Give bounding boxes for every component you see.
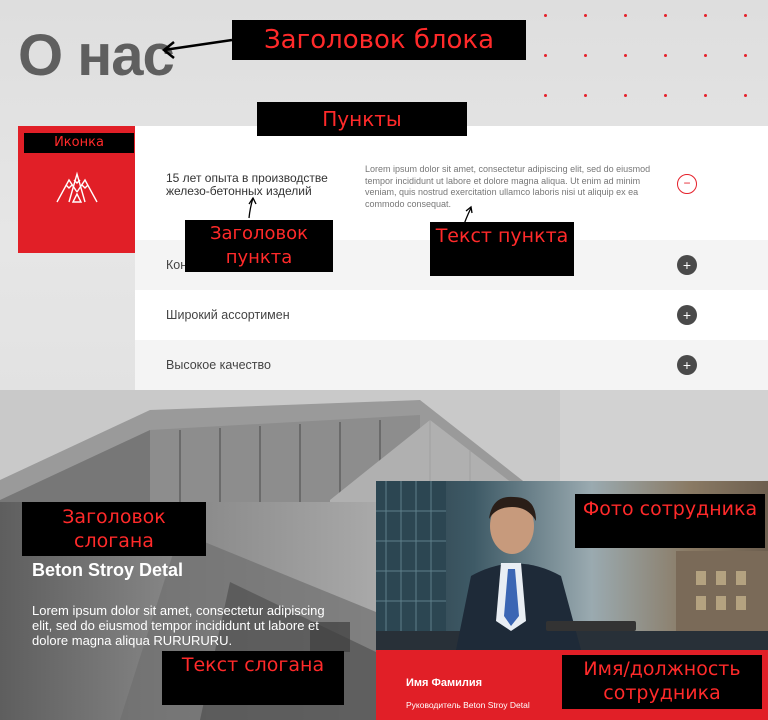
accordion-item-text: Lorem ipsum dolor sit amet, consectetur … [365, 164, 651, 209]
annotation-block-title: Заголовок блока [232, 20, 526, 60]
accordion-item[interactable]: Широкий ассортимен + [135, 290, 768, 340]
decorative-dot [704, 54, 707, 57]
page-title: О нас [18, 23, 175, 88]
employee-name: Имя Фамилия [406, 677, 483, 689]
annotation-icon: Иконка [24, 133, 134, 153]
annotation-slogan-text: Текст слогана [162, 651, 344, 705]
decorative-dot [744, 54, 747, 57]
decorative-dot [624, 54, 627, 57]
decorative-dot [704, 94, 707, 97]
accordion-item-label: Высокое качество [166, 358, 271, 372]
decorative-dot [664, 54, 667, 57]
decorative-dot [624, 94, 627, 97]
expand-button[interactable]: + [677, 255, 697, 275]
annotation-item-title: Заголовок пункта [185, 220, 333, 272]
decorative-dot [584, 94, 587, 97]
annotation-items: Пункты [257, 102, 467, 136]
decorative-dot [584, 14, 587, 17]
mountains-icon [56, 171, 98, 203]
employee-role: Руководитель Beton Stroy Detal [406, 700, 530, 710]
decorative-dot [704, 14, 707, 17]
slogan-title: Beton Stroy Detal [32, 560, 184, 580]
annotation-slogan-title: Заголовок слогана [22, 502, 206, 556]
decorative-dot [744, 94, 747, 97]
decorative-dot [544, 14, 547, 17]
expand-button[interactable]: + [677, 355, 697, 375]
decorative-dot [664, 94, 667, 97]
accordion-item-title: 15 лет опыта в производстве железо-бетон… [166, 171, 328, 198]
decorative-dot [624, 14, 627, 17]
collapse-button[interactable]: − [677, 174, 697, 194]
annotation-employee-photo: Фото сотрудника [575, 494, 765, 548]
decorative-dot [744, 14, 747, 17]
expand-button[interactable]: + [677, 305, 697, 325]
slogan-text: Lorem ipsum dolor sit amet, consectetur … [32, 603, 325, 648]
decorative-dot [664, 14, 667, 17]
decorative-dot [544, 54, 547, 57]
annotation-employee-name-role: Имя/должность сотрудника [562, 655, 762, 709]
decorative-dot [584, 54, 587, 57]
accordion-item-label: Широкий ассортимен [166, 308, 290, 322]
decorative-dots [540, 10, 768, 110]
annotation-item-text: Текст пункта [430, 222, 574, 276]
decorative-dot [544, 94, 547, 97]
accordion-item[interactable]: Высокое качество + [135, 340, 768, 390]
